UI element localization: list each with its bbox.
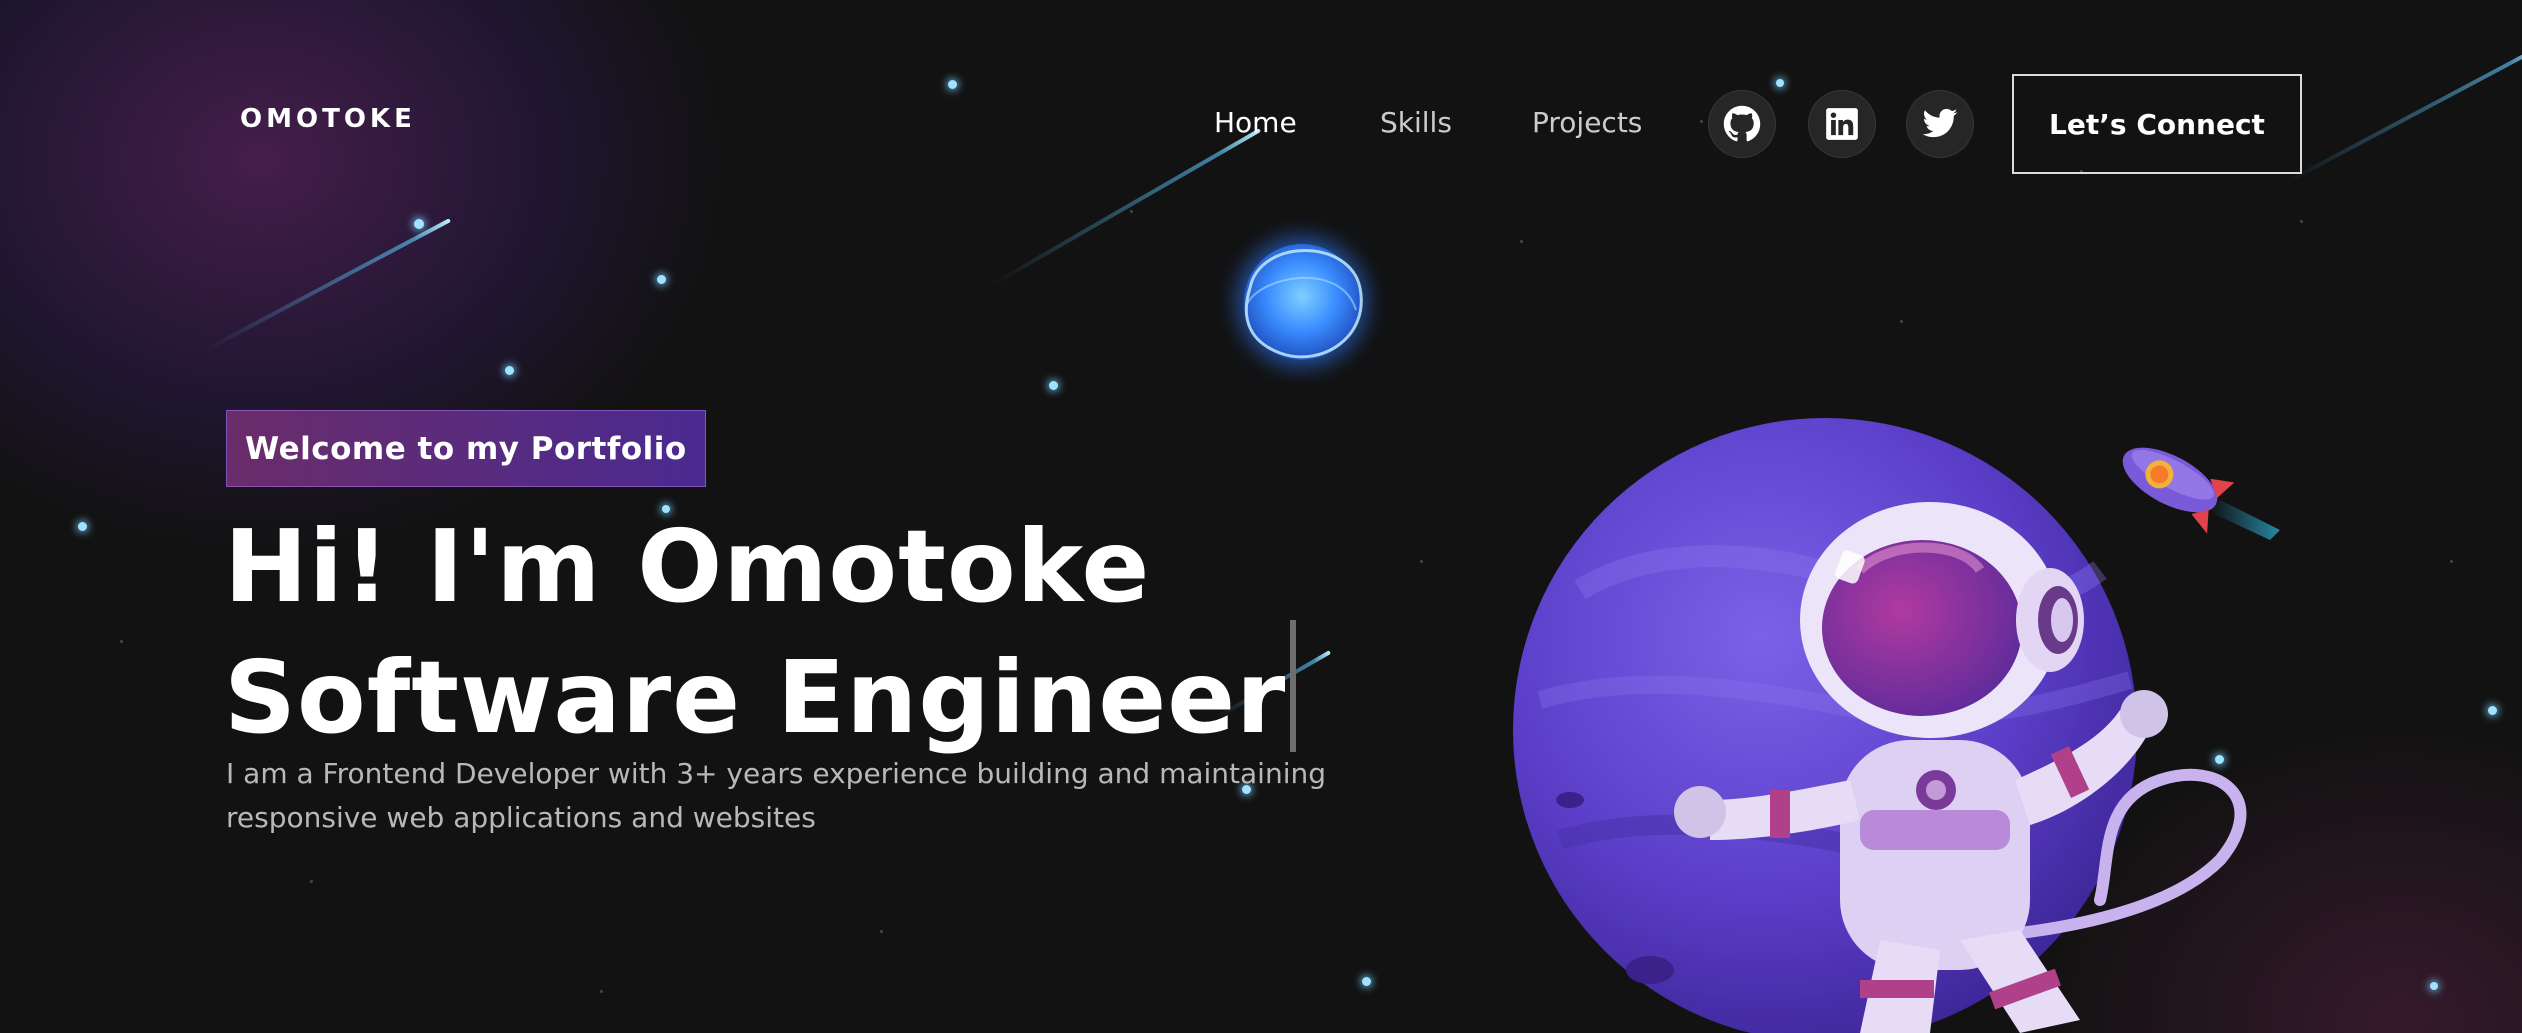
space-dust — [2300, 220, 2303, 223]
typing-cursor — [1290, 620, 1297, 752]
nav-link-skills[interactable]: Skills — [1380, 106, 1452, 139]
shooting-star — [201, 218, 451, 354]
navbar: OMOTOKE Home Skills Projects Let’s Conne… — [0, 0, 2522, 174]
space-dust — [1520, 240, 1523, 243]
star — [505, 366, 514, 375]
github-button[interactable] — [1708, 90, 1776, 158]
nav-link-home[interactable]: Home — [1214, 106, 1297, 139]
twitter-icon — [1922, 108, 1958, 138]
space-dust — [600, 990, 603, 993]
space-dust — [310, 880, 313, 883]
linkedin-icon — [1826, 108, 1858, 140]
astronaut-planet-illustration — [1513, 418, 2247, 1033]
blue-planet-illustration — [1236, 236, 1368, 368]
space-dust — [120, 640, 123, 643]
star — [1049, 381, 1058, 390]
hero-description: I am a Frontend Developer with 3+ years … — [226, 757, 1326, 834]
logo[interactable]: OMOTOKE — [240, 104, 416, 134]
star — [2430, 982, 2438, 990]
hero-headline: Hi! I'm Omotoke Software Engineer — [224, 508, 1297, 752]
twitter-button[interactable] — [1906, 90, 1974, 158]
star — [657, 275, 666, 284]
space-dust — [1900, 320, 1903, 323]
star — [78, 522, 87, 531]
space-dust — [1420, 560, 1423, 563]
linkedin-button[interactable] — [1808, 90, 1876, 158]
headline-greeting: Hi! I'm Omotoke — [224, 508, 1151, 625]
star — [2488, 706, 2497, 715]
github-icon — [1723, 105, 1761, 142]
space-dust — [1130, 210, 1133, 213]
space-dust — [880, 930, 883, 933]
nav-link-projects[interactable]: Projects — [1532, 106, 1642, 139]
lets-connect-button[interactable]: Let’s Connect — [2012, 74, 2302, 174]
headline-role: Software Engineer — [224, 639, 1287, 756]
tagline-badge: Welcome to my Portfolio — [226, 410, 706, 487]
star — [1362, 977, 1371, 986]
space-dust — [2450, 560, 2453, 563]
star — [414, 219, 424, 229]
headline-role-wrap: Software Engineer — [224, 620, 1297, 752]
